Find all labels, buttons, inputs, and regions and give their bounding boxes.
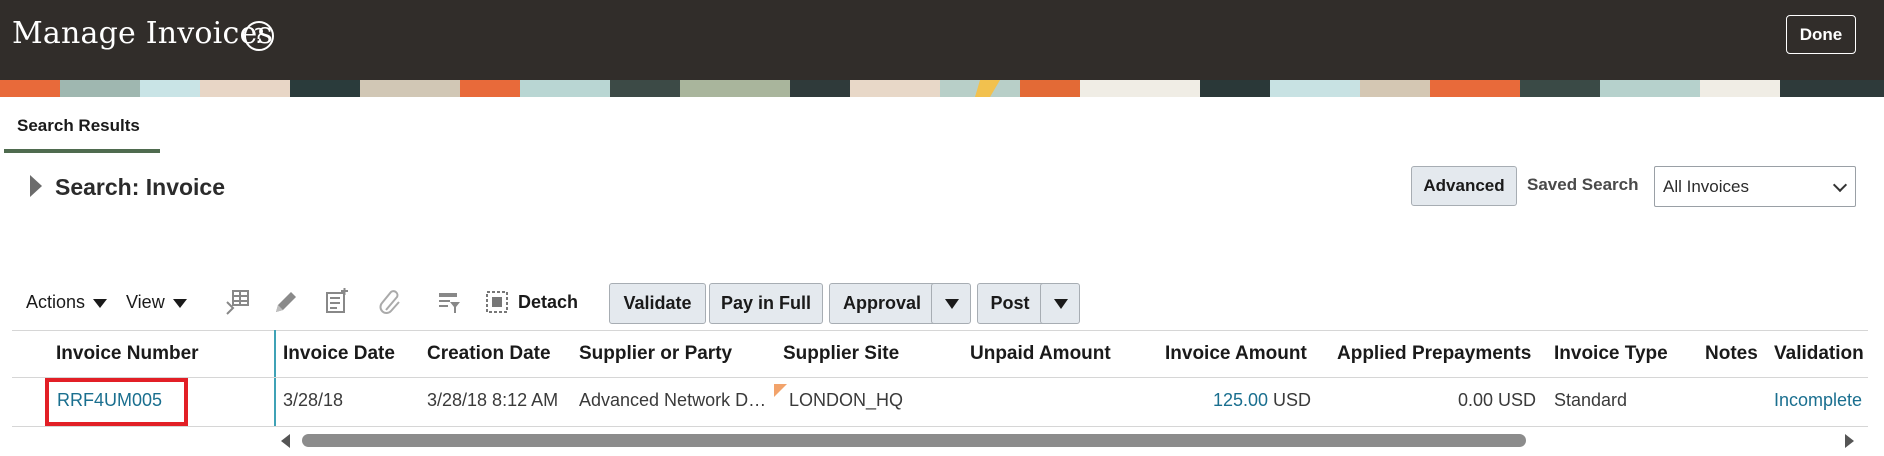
column-header-supplier-or-party[interactable]: Supplier or Party	[579, 343, 732, 365]
attachment-icon[interactable]	[378, 288, 404, 316]
pay-in-full-button[interactable]: Pay in Full	[709, 283, 823, 324]
view-menu-label: View	[126, 292, 165, 312]
creation-date-cell: 3/28/18 8:12 AM	[427, 390, 559, 410]
banner-pattern-icon	[0, 80, 1884, 97]
actions-menu-label: Actions	[26, 292, 86, 312]
help-icon[interactable]: ?	[244, 21, 274, 51]
table-top-border	[12, 330, 1868, 331]
caret-down-icon	[172, 298, 187, 308]
highlight-annotation	[45, 378, 188, 426]
view-menu[interactable]: View	[126, 292, 187, 313]
chevron-down-icon	[1832, 177, 1848, 193]
actions-menu[interactable]: Actions	[26, 292, 108, 313]
invoice-type-cell: Standard	[1554, 390, 1628, 410]
saved-search-label: Saved Search	[1527, 175, 1639, 194]
column-header-invoice-amount[interactable]: Invoice Amount	[1165, 343, 1307, 365]
saved-search-select[interactable]: All Invoices	[1654, 166, 1856, 207]
horizontal-scrollbar-thumb[interactable]	[302, 434, 1526, 447]
invoice-date-cell: 3/28/18	[283, 390, 344, 410]
supplier-site-cell: LONDON_HQ	[789, 390, 904, 410]
column-header-invoice-type[interactable]: Invoice Type	[1554, 343, 1668, 365]
validate-button[interactable]: Validate	[609, 283, 706, 324]
validation-status-link[interactable]: Incomplete	[1774, 390, 1862, 411]
column-header-notes[interactable]: Notes	[1705, 343, 1758, 365]
approval-button[interactable]: Approval	[829, 283, 935, 324]
caret-down-icon	[93, 298, 108, 308]
scroll-right-arrow-icon[interactable]	[1845, 434, 1854, 448]
post-button[interactable]: Post	[977, 283, 1043, 324]
search-section-title[interactable]: Search: Invoice	[55, 174, 225, 201]
frozen-column-divider	[274, 330, 276, 426]
column-header-invoice-number[interactable]: Invoice Number	[56, 343, 199, 365]
detach-icon[interactable]	[484, 288, 510, 316]
edit-pencil-icon[interactable]	[272, 288, 298, 316]
applied-prepayments-cell: 0.00 USD	[1458, 390, 1537, 410]
note-indicator-icon	[774, 384, 787, 397]
column-header-validation[interactable]: Validation	[1774, 343, 1864, 365]
edit-list-icon[interactable]	[324, 288, 350, 316]
column-header-applied-prepayments[interactable]: Applied Prepayments	[1337, 343, 1531, 365]
freeze-columns-icon[interactable]	[224, 288, 250, 316]
invoice-currency-cell: USD	[1273, 390, 1312, 410]
post-dropdown-icon[interactable]	[1040, 283, 1080, 324]
tab-label: Search Results	[17, 116, 140, 135]
scroll-left-arrow-icon[interactable]	[281, 434, 290, 448]
tab-search-results[interactable]: Search Results	[4, 108, 160, 153]
column-header-unpaid-amount[interactable]: Unpaid Amount	[970, 343, 1111, 365]
table-bottom-border	[12, 426, 1868, 427]
query-by-example-icon[interactable]	[436, 288, 462, 316]
supplier-cell: Advanced Network D…	[579, 390, 767, 410]
column-header-invoice-date[interactable]: Invoice Date	[283, 343, 395, 365]
decorative-banner	[0, 80, 1884, 97]
page-header: Manage Invoices ? Done	[0, 0, 1884, 80]
column-header-supplier-site[interactable]: Supplier Site	[783, 343, 899, 365]
page-title: Manage Invoices	[12, 16, 274, 51]
detach-button[interactable]: Detach	[518, 292, 578, 313]
table-header-border	[12, 377, 1868, 378]
approval-dropdown-icon[interactable]	[931, 283, 971, 324]
advanced-button[interactable]: Advanced	[1411, 166, 1517, 206]
saved-search-value: All Invoices	[1663, 177, 1749, 196]
done-button[interactable]: Done	[1786, 15, 1856, 54]
expand-triangle-icon[interactable]	[30, 175, 42, 197]
column-header-creation-date[interactable]: Creation Date	[427, 343, 551, 365]
invoice-amount-link[interactable]: 125.00	[1213, 390, 1268, 411]
